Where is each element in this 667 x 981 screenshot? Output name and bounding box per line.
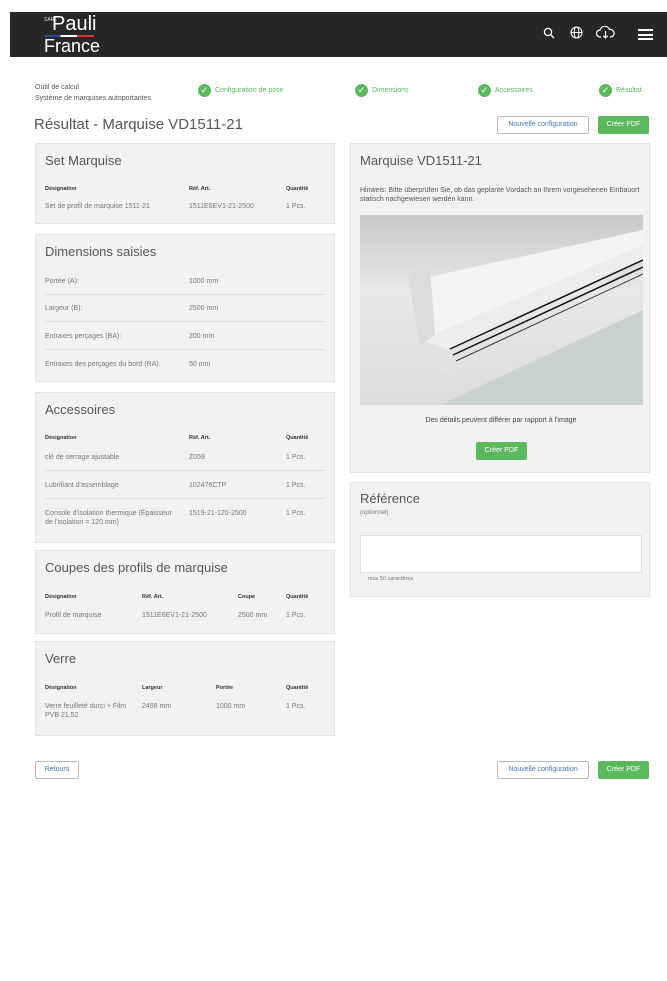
card-title: Coupes des profils de marquise xyxy=(45,560,228,575)
search-icon[interactable] xyxy=(542,25,556,43)
reference-card: Référence (optionnel) max 50 caractères xyxy=(350,482,650,597)
cell: 1511E6EV1-21-2500 xyxy=(189,203,254,210)
top-navbar: SARL Pauli France xyxy=(10,12,667,57)
accessories-card: Accessoires Désignation Réf. Art. Quanti… xyxy=(35,392,335,543)
reference-input[interactable] xyxy=(360,535,642,573)
profile-cuts-card: Coupes des profils de marquise Désignati… xyxy=(35,550,335,634)
step-configuration[interactable]: ✓ Configuration de pose xyxy=(198,84,284,97)
cell: 1000 mm xyxy=(216,703,246,710)
logo-brand: Pauli xyxy=(52,13,97,35)
cell: Console d'isolation thermique (Épaisseur… xyxy=(45,510,173,526)
col-header: Quantité xyxy=(286,435,309,441)
dim-label: Portée (A): xyxy=(45,278,79,285)
step-label: Configuration de pose xyxy=(215,87,284,94)
check-icon: ✓ xyxy=(478,84,491,97)
product-create-pdf-button[interactable]: Créer PDF xyxy=(476,442,527,460)
step-result[interactable]: ✓ Résultat xyxy=(599,84,642,97)
back-button[interactable]: Retours xyxy=(35,761,79,779)
create-pdf-button[interactable]: Créer PDF xyxy=(598,116,649,134)
card-title: Verre xyxy=(45,651,77,666)
cell: 1519-21-120-2500 xyxy=(189,510,247,517)
cell: Verre feuilleté durci + Film PVB 21,52 xyxy=(45,703,127,719)
cell: 1 Pcs. xyxy=(286,203,306,210)
logo-sub: France xyxy=(44,36,101,56)
glass-card: Verre Désignation Largeur Portée Quantit… xyxy=(35,641,335,736)
dim-label: Entraxes des perçages du bord (RA): xyxy=(45,361,161,368)
cell: clé de serrage ajustable xyxy=(45,454,120,461)
pauli-france-logo[interactable]: SARL Pauli France xyxy=(44,13,114,56)
cloud-download-icon[interactable] xyxy=(595,25,615,43)
col-header: Coupe xyxy=(238,594,256,600)
page-title: Résultat - Marquise VD1511-21 xyxy=(34,116,243,133)
reference-hint: max 50 caractères xyxy=(368,576,414,582)
menu-icon[interactable] xyxy=(638,29,653,40)
step-accessories[interactable]: ✓ Accessoires xyxy=(478,84,533,97)
col-header: Quantité xyxy=(286,186,309,192)
logo-sarl: SARL xyxy=(44,17,58,23)
cell: Set de profil de marquise 1511-21 xyxy=(45,203,150,210)
card-title: Set Marquise xyxy=(45,153,122,168)
dim-label: Entraxes perçages (BA): xyxy=(45,333,122,340)
cell: 1 Pcs. xyxy=(286,612,306,619)
step-dimensions[interactable]: ✓ Dimensions xyxy=(355,84,409,97)
create-pdf-button-bottom[interactable]: Créer PDF xyxy=(598,761,649,779)
col-header: Réf. Art. xyxy=(189,435,211,441)
reference-optional: (optionnel) xyxy=(360,510,389,516)
divider xyxy=(45,321,325,322)
cell: 2498 mm xyxy=(142,703,172,710)
col-header: Quantité xyxy=(286,685,309,691)
step-label: Résultat xyxy=(616,87,642,94)
reference-title: Référence xyxy=(360,491,420,506)
dimensions-card: Dimensions saisies Portée (A): 1000 mm L… xyxy=(35,234,335,382)
divider xyxy=(45,294,325,295)
col-header: Réf. Art. xyxy=(142,594,164,600)
static-hint: Hinweis: Bitte überprüfen Sie, ob das ge… xyxy=(360,187,640,203)
col-header: Désignation xyxy=(45,594,77,600)
tool-system-label: Système de marquises autoportantes xyxy=(35,95,151,102)
step-label: Dimensions xyxy=(372,87,409,94)
product-title: Marquise VD1511-21 xyxy=(360,153,482,168)
new-configuration-button[interactable]: Nouvelle configuration xyxy=(497,116,589,134)
cell: 102476CTP xyxy=(189,482,227,489)
cell: Z059 xyxy=(189,454,205,461)
cell: 2500 mm xyxy=(238,612,268,619)
col-header: Désignation xyxy=(45,435,77,441)
divider xyxy=(45,349,325,350)
cell: 1 Pcs. xyxy=(286,510,306,517)
col-header: Quantité xyxy=(286,594,309,600)
divider xyxy=(45,498,325,499)
dim-value: 1000 mm xyxy=(189,278,219,285)
new-configuration-button-bottom[interactable]: Nouvelle configuration xyxy=(497,761,589,779)
image-caption: Des détails peuvent différer par rapport… xyxy=(425,417,577,424)
check-icon: ✓ xyxy=(198,84,211,97)
card-title: Dimensions saisies xyxy=(45,244,157,259)
cell: 1 Pcs. xyxy=(286,482,306,489)
check-icon: ✓ xyxy=(599,84,612,97)
step-label: Accessoires xyxy=(495,87,533,94)
col-header: Désignation xyxy=(45,186,77,192)
cell: Profil de marquise xyxy=(45,612,102,619)
cell: 1511E6EV1-21-2500 xyxy=(142,612,207,619)
col-header: Largeur xyxy=(142,685,163,691)
divider xyxy=(45,470,325,471)
dim-value: 50 mm xyxy=(189,361,211,368)
col-header: Réf. Art. xyxy=(189,186,211,192)
col-header: Portée xyxy=(216,685,234,691)
product-image xyxy=(360,215,644,405)
check-icon: ✓ xyxy=(355,84,368,97)
col-header: Désignation xyxy=(45,685,77,691)
dim-value: 200 mm xyxy=(189,333,215,340)
globe-icon[interactable] xyxy=(569,25,583,43)
cell: Lubrifiant d'assemblage xyxy=(45,482,119,489)
cell: 1 Pcs. xyxy=(286,454,306,461)
product-card: Marquise VD1511-21 Hinweis: Bitte überpr… xyxy=(350,143,650,473)
cell: 1 Pcs. xyxy=(286,703,306,710)
set-marquise-card: Set Marquise Désignation Réf. Art. Quant… xyxy=(35,143,335,224)
dim-value: 2500 mm xyxy=(189,305,219,312)
card-title: Accessoires xyxy=(45,402,116,417)
dim-label: Largeur (B): xyxy=(45,305,83,312)
tool-label: Outil de calcul xyxy=(35,84,79,91)
